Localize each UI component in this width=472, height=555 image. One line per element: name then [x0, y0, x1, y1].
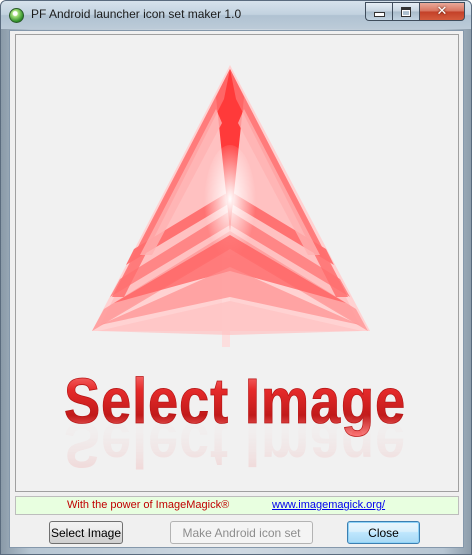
- client-area: Select Image Select Image With the power…: [9, 30, 464, 548]
- select-image-graphic: Select Image Select Image: [64, 65, 406, 481]
- select-image-label: Select Image Select Image: [64, 365, 406, 481]
- imagemagick-credit: With the power of ImageMagick®: [67, 499, 230, 511]
- credits-bar: With the power of ImageMagick® www.image…: [15, 496, 459, 515]
- maximize-icon: [401, 6, 411, 17]
- minimize-button[interactable]: [365, 2, 392, 21]
- window-title: PF Android launcher icon set maker 1.0: [31, 7, 242, 21]
- image-preview-area[interactable]: Select Image Select Image: [15, 34, 459, 492]
- minimize-icon: [373, 12, 385, 17]
- make-icon-set-button[interactable]: Make Android icon set: [170, 521, 313, 544]
- triangle-logo-icon: [92, 65, 370, 347]
- app-icon[interactable]: [9, 8, 24, 23]
- select-image-reflection: Select Image: [64, 409, 406, 481]
- close-icon: ✕: [436, 4, 448, 19]
- select-image-button[interactable]: Select Image: [49, 521, 123, 544]
- title-bar[interactable]: PF Android launcher icon set maker 1.0 ✕: [1, 1, 471, 29]
- app-window: PF Android launcher icon set maker 1.0 ✕: [0, 0, 472, 555]
- caption-buttons: ✕: [365, 2, 465, 21]
- imagemagick-link[interactable]: www.imagemagick.org/: [272, 497, 385, 514]
- close-button[interactable]: Close: [347, 521, 420, 544]
- maximize-button[interactable]: [392, 2, 419, 21]
- close-window-button[interactable]: ✕: [419, 2, 465, 21]
